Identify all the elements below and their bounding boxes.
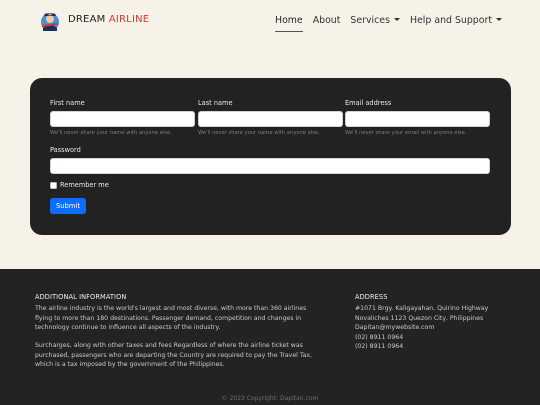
address-block: #1071 Brgy. Kaligayahan, Quirino Highway… xyxy=(355,304,488,352)
additional-info-paragraph-1: The airline industry is the world's larg… xyxy=(35,304,306,333)
address-heading: ADDRESS xyxy=(355,293,388,301)
email-help: We'll never share your email with anyone… xyxy=(345,130,467,136)
signup-form-card: First name We'll never share your name w… xyxy=(30,78,511,235)
nav-links: Home About Services Help and Support xyxy=(275,13,502,32)
first-name-label: First name xyxy=(50,99,85,107)
navbar: DREAM AIRLINE Home About Services Help a… xyxy=(0,0,540,44)
email-label: Email address xyxy=(345,99,392,107)
submit-button[interactable]: Submit xyxy=(50,198,86,214)
caret-down-icon xyxy=(496,18,502,21)
address-line: #1071 Brgy. Kaligayahan, Quirino Highway xyxy=(355,305,489,312)
remember-me-label[interactable]: Remember me xyxy=(60,181,109,189)
additional-info-heading: ADDITIONAL INFORMATION xyxy=(35,293,127,301)
password-input[interactable] xyxy=(50,158,490,174)
brand-accent: AIRLINE xyxy=(108,14,150,25)
nav-help-label: Help and Support xyxy=(409,15,492,26)
last-name-label: Last name xyxy=(198,99,233,107)
additional-info-paragraph-2: Surcharges, along with other taxes and f… xyxy=(35,341,312,370)
info-p1-line: technology continue to influence all asp… xyxy=(35,324,221,332)
info-p2-line: purchased, passengers who are departing … xyxy=(35,351,313,359)
nav-services-label: Services xyxy=(350,15,390,26)
password-label: Password xyxy=(50,146,81,154)
nav-home-link[interactable]: Home xyxy=(275,13,303,32)
nav-about-link[interactable]: About xyxy=(313,13,341,32)
nav-about-label: About xyxy=(312,15,341,26)
first-name-help: We'll never share your name with anyone … xyxy=(50,130,172,136)
info-p1-line: flying to more than 180 destinations. Pa… xyxy=(35,314,302,322)
nav-services-dropdown[interactable]: Services xyxy=(350,13,400,32)
email-input[interactable] xyxy=(345,111,490,127)
nav-home-label: Home xyxy=(275,15,303,26)
copyright-text: © 2023 Copyright: Dapitan.com xyxy=(221,395,319,402)
airline-logo-icon[interactable] xyxy=(40,10,60,32)
address-line: Novaliches 1123 Quezon City, Philippines xyxy=(355,314,484,322)
info-p2-line: which is a tax imposed by the government… xyxy=(35,361,225,369)
footer: ADDITIONAL INFORMATION The airline indus… xyxy=(0,269,540,405)
last-name-help: We'll never share your name with anyone … xyxy=(198,130,320,136)
caret-down-icon xyxy=(393,18,400,21)
remember-me-checkbox[interactable] xyxy=(50,182,57,189)
info-p2-line: Surcharges, along with other taxes and f… xyxy=(35,342,303,349)
phone-number: (02) 8911 0964 xyxy=(355,333,404,341)
info-p1-line: The airline industry is the world's larg… xyxy=(35,305,307,312)
email-link[interactable]: Dapitan@mywebsite.com xyxy=(355,323,488,333)
brand-main: DREAM xyxy=(68,14,106,25)
first-name-input[interactable] xyxy=(50,111,195,127)
phone-number: (02) 8911 0964 xyxy=(355,343,404,351)
last-name-input[interactable] xyxy=(198,111,343,127)
nav-help-dropdown[interactable]: Help and Support xyxy=(410,13,502,32)
brand-name[interactable]: DREAM AIRLINE xyxy=(68,14,149,25)
